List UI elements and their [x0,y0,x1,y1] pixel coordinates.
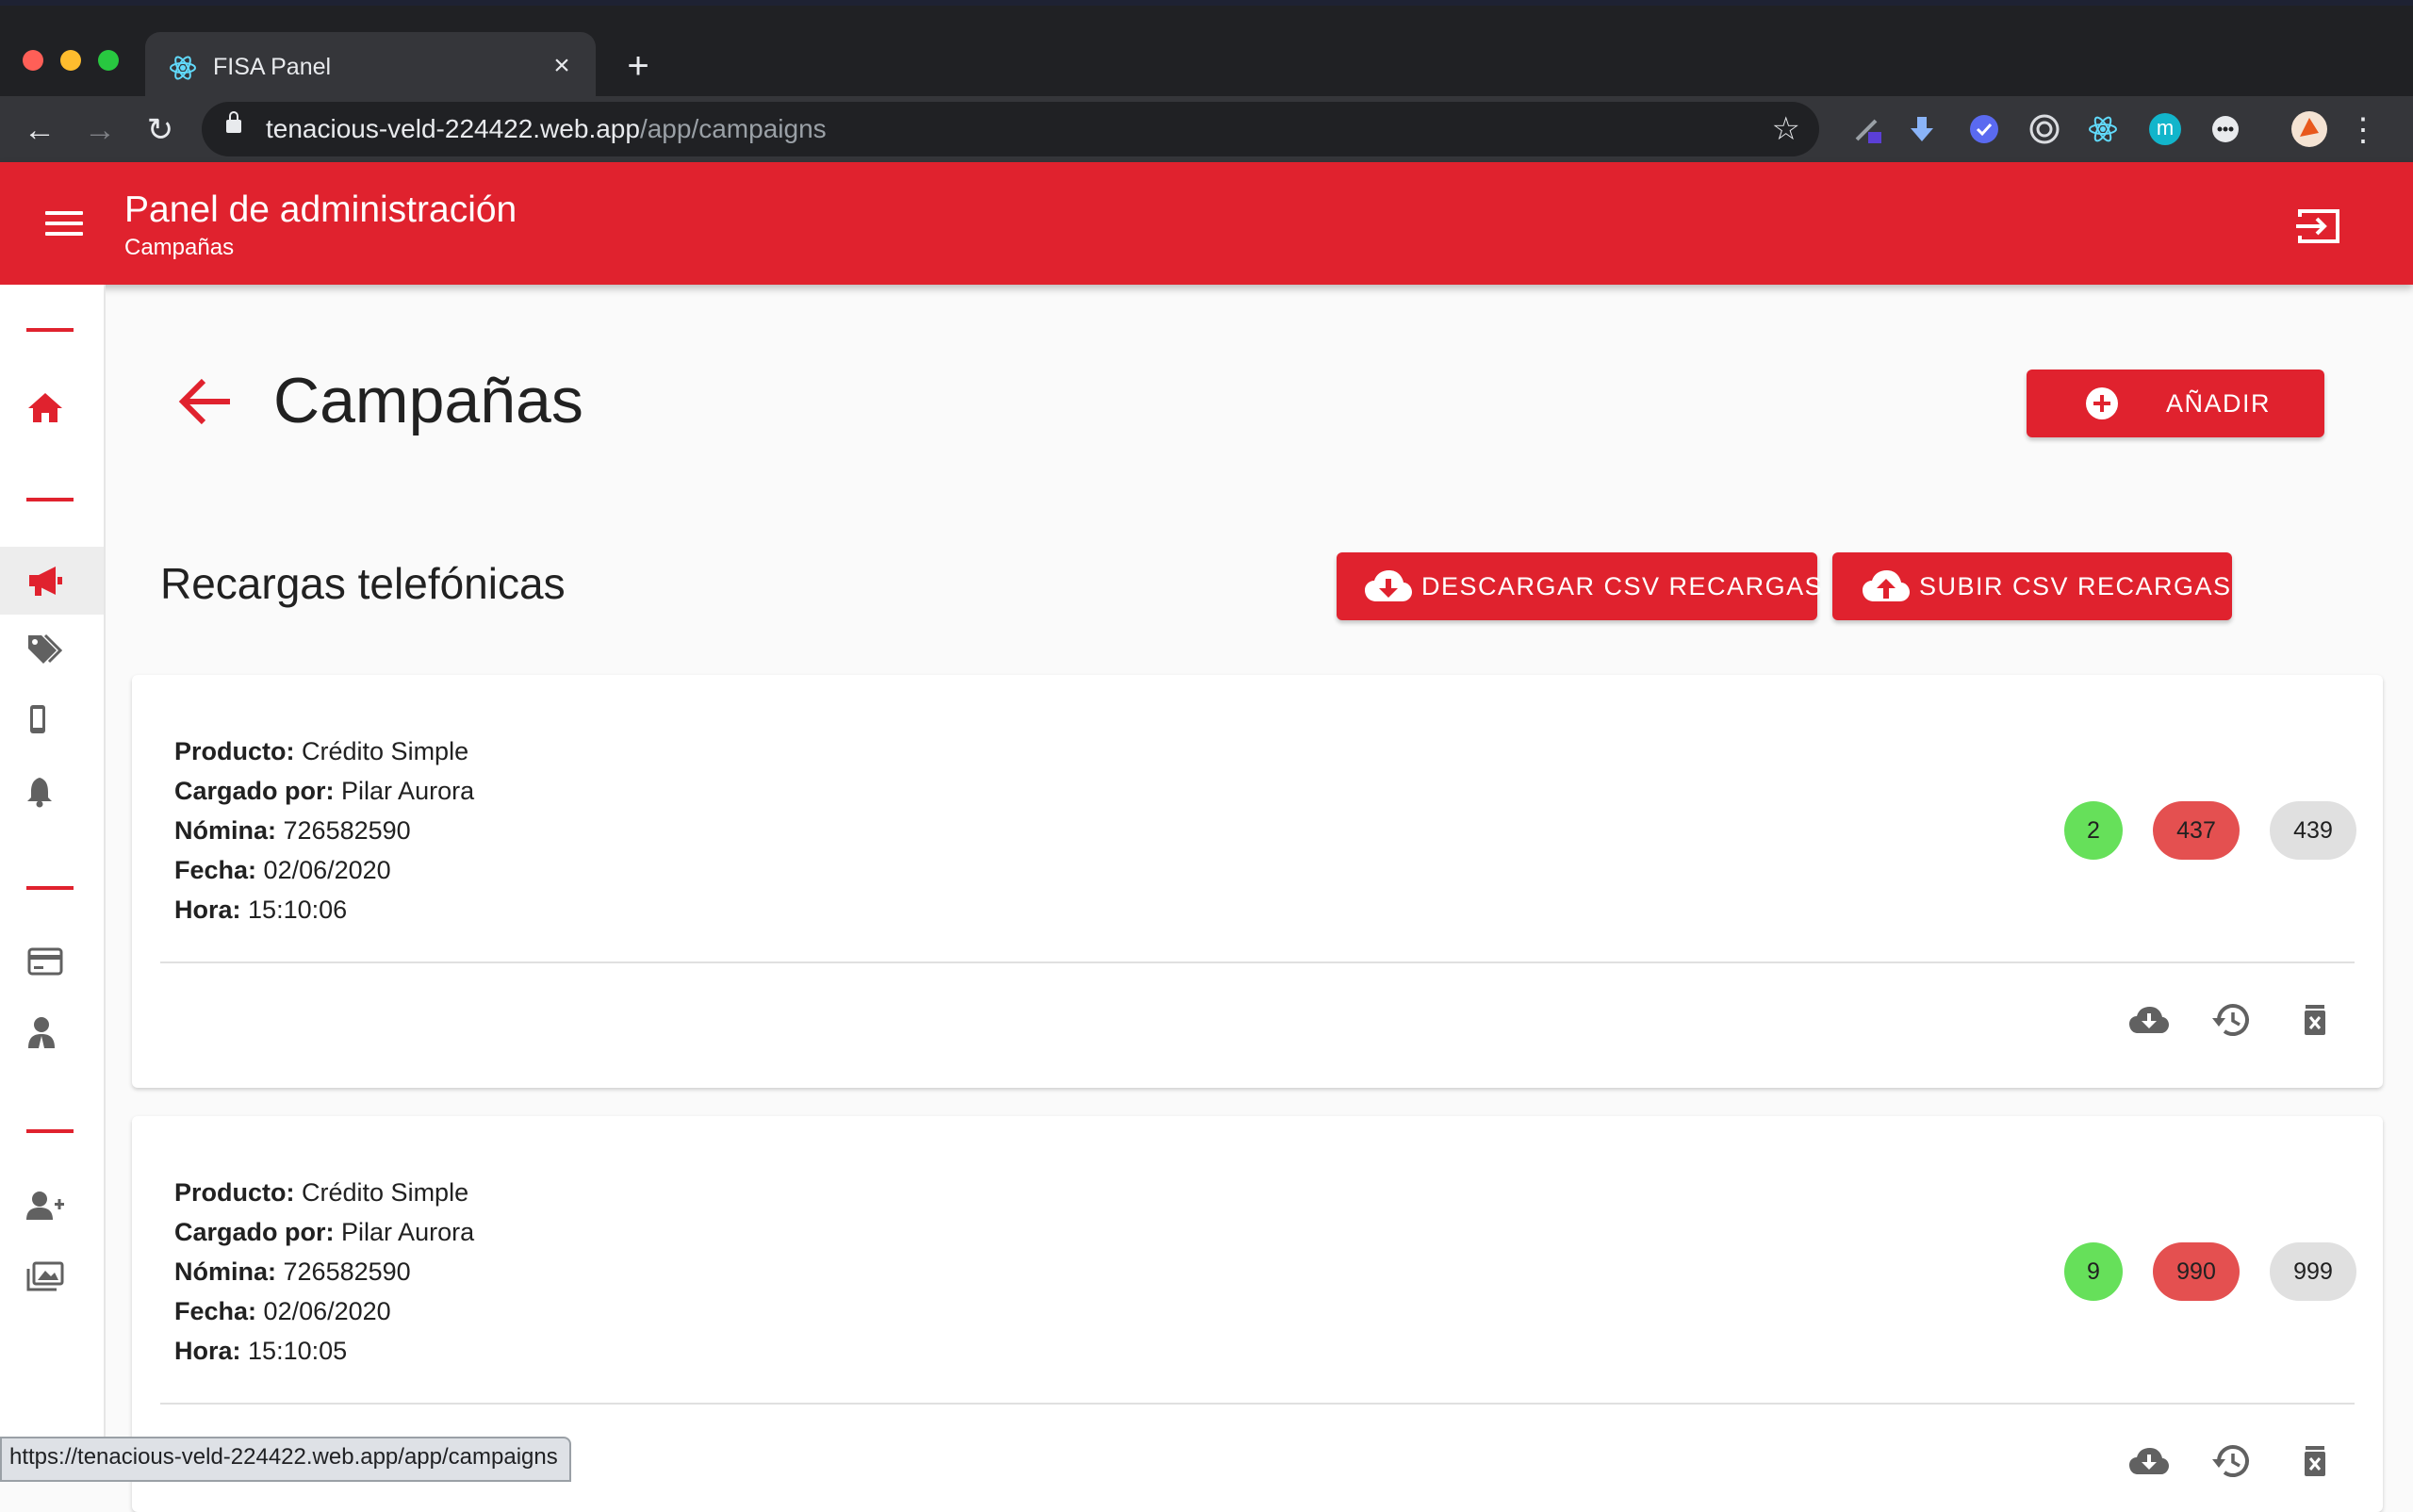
images-icon [26,1261,64,1291]
target-extension-icon[interactable] [2028,113,2060,145]
new-tab-button[interactable]: + [615,43,662,90]
add-button[interactable]: AÑADIR [2027,370,2324,437]
react-logo-icon [170,56,196,80]
product-line: Producto: Crédito Simple [174,737,469,765]
sidebar-item-home[interactable] [0,373,104,441]
pen-extension-icon[interactable] [1851,113,1883,145]
total-count-badge: 999 [2270,1242,2356,1301]
app-title: Panel de administración [124,189,517,230]
sidebar-item-campaigns[interactable] [0,547,104,615]
browser-tab-strip: FISA Panel × + [0,6,2413,102]
campaign-card: Producto: Crédito Simple Cargado por: Pi… [132,675,2383,1088]
delete-icon[interactable] [2294,1440,2336,1482]
cloud-download-icon[interactable] [2128,999,2170,1041]
logout-icon[interactable] [2296,207,2341,245]
tags-icon [28,633,63,664]
browser-tab-active[interactable]: FISA Panel × [145,32,596,102]
payroll-line: Nómina: 726582590 [174,816,411,845]
upload-csv-button[interactable]: SUBIR CSV RECARGAS [1832,552,2232,620]
uploaded-by-line: Cargado por: Pilar Aurora [174,1218,475,1246]
m-extension-icon[interactable]: m [2149,113,2181,145]
payroll-line: Nómina: 726582590 [174,1257,411,1286]
success-count-badge: 9 [2064,1242,2123,1301]
sidebar-divider [26,328,74,332]
home-icon [28,393,62,422]
app-subtitle: Campañas [124,235,235,260]
card-divider [160,1403,2355,1405]
sidebar-item-agents[interactable] [0,999,104,1067]
forward-nav-icon[interactable]: → [79,109,121,151]
card-divider [160,961,2355,963]
cloud-download-icon[interactable] [2128,1440,2170,1482]
sidebar-divider [26,498,74,501]
back-arrow-icon[interactable] [177,373,234,430]
failed-count-badge: 990 [2153,1242,2240,1301]
cloud-download-icon [1365,570,1412,601]
sidebar-item-gallery[interactable] [0,1242,104,1310]
lock-icon [226,111,241,133]
delete-icon[interactable] [2294,999,2336,1041]
profile-avatar-icon[interactable] [2290,110,2328,148]
url-text: tenacious-veld-224422.web.app/app/campai… [266,114,827,143]
section-title: Recargas telefónicas [160,559,566,608]
user-plus-icon [26,1192,64,1220]
bell-icon [27,778,52,808]
uploaded-by-line: Cargado por: Pilar Aurora [174,777,475,805]
download-csv-label: DESCARGAR CSV RECARGAS [1421,572,1824,600]
time-line: Hora: 15:10:05 [174,1337,348,1365]
failed-count-badge: 437 [2153,801,2240,860]
sidebar-item-payments[interactable] [0,928,104,995]
success-count-badge: 2 [2064,801,2123,860]
history-icon[interactable] [2211,999,2253,1041]
dots-extension-icon[interactable] [2209,113,2241,145]
close-window-button[interactable] [23,50,43,71]
add-circle-icon [2086,387,2118,419]
sidebar-item-phone[interactable] [0,686,104,754]
back-nav-icon[interactable]: ← [19,109,60,151]
user-tie-icon [28,1017,55,1048]
add-button-label: AÑADIR [2166,389,2272,418]
tab-title: FISA Panel [213,54,332,80]
minimize-window-button[interactable] [60,50,81,71]
date-line: Fecha: 02/06/2020 [174,1297,391,1325]
sidebar-divider [26,1129,74,1133]
cloud-upload-icon [1863,570,1910,601]
browser-toolbar: ← → ↻ tenacious-veld-224422.web.app/app/… [0,96,2413,162]
download-arrow-extension-icon[interactable] [1906,113,1938,145]
close-tab-icon[interactable]: × [545,49,579,83]
browser-menu-icon[interactable]: ⋮ [2347,109,2379,151]
upload-csv-label: SUBIR CSV RECARGAS [1919,572,2232,600]
menu-icon[interactable] [45,211,83,239]
address-bar[interactable]: tenacious-veld-224422.web.app/app/campai… [202,102,1819,156]
megaphone-icon [29,567,62,596]
bookmark-star-icon[interactable]: ☆ [1772,111,1800,147]
zoom-window-button[interactable] [98,50,119,71]
credit-card-icon [27,947,63,976]
product-line: Producto: Crédito Simple [174,1178,469,1207]
check-badge-extension-icon[interactable] [1968,113,2000,145]
sidebar-item-notifications[interactable] [0,758,104,826]
react-devtools-extension-icon[interactable] [2087,113,2119,145]
link-status-bar: https://tenacious-veld-224422.web.app/ap… [0,1437,571,1482]
app-header: Panel de administración Campañas [0,162,2413,285]
date-line: Fecha: 02/06/2020 [174,856,391,884]
time-line: Hora: 15:10:06 [174,896,348,924]
sidebar-item-add-user[interactable] [0,1173,104,1241]
sidebar-divider [26,886,74,890]
sidebar-item-tags[interactable] [0,615,104,682]
sidebar [0,285,106,1478]
history-icon[interactable] [2211,1440,2253,1482]
download-csv-button[interactable]: DESCARGAR CSV RECARGAS [1337,552,1822,620]
mobile-phone-icon [30,705,45,733]
page-title: Campañas [273,365,583,436]
total-count-badge: 439 [2270,801,2356,860]
reload-icon[interactable]: ↻ [140,109,181,151]
